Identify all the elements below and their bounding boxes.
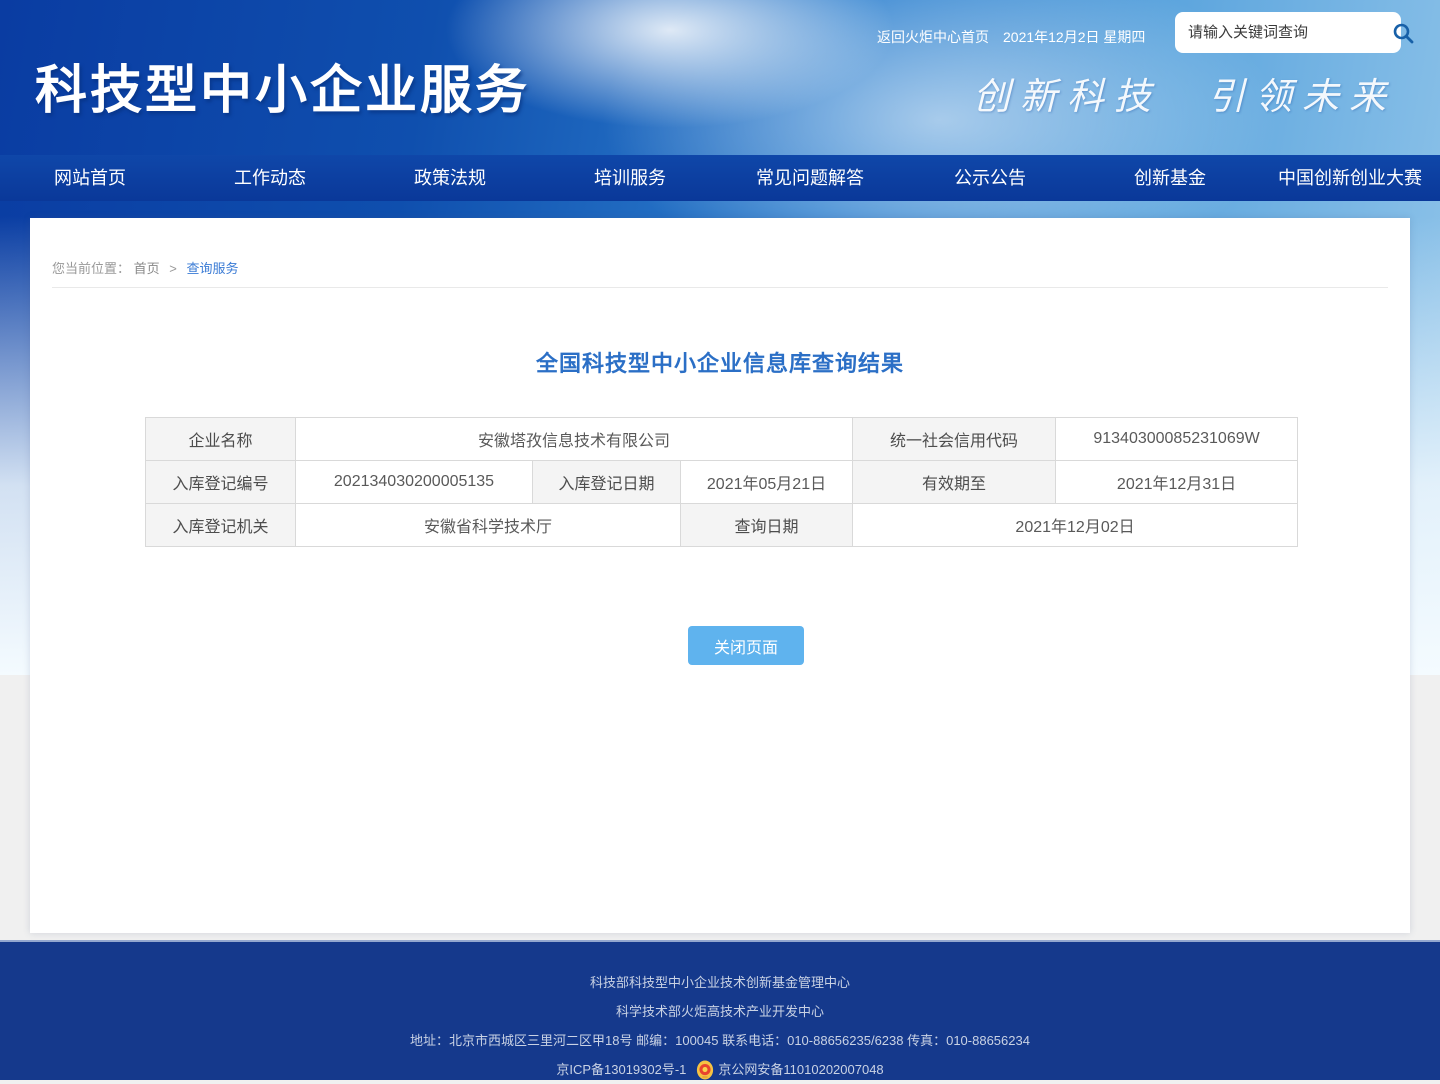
query-date-value: 2021年12月02日	[853, 504, 1298, 547]
breadcrumb-separator: >	[169, 261, 177, 276]
reg-date-label: 入库登记日期	[533, 461, 681, 504]
reg-date-value: 2021年05月21日	[681, 461, 853, 504]
police-badge-icon	[696, 1060, 714, 1080]
page-footer: 科技部科技型中小企业技术创新基金管理中心 科学技术部火炬高技术产业开发中心 地址…	[0, 940, 1440, 1080]
header-date: 2021年12月2日 星期四	[1003, 27, 1145, 47]
footer-contact: 地址：北京市西城区三里河二区甲18号 邮编：100045 联系电话：010-88…	[0, 1026, 1440, 1055]
table-row: 企业名称 安徽塔孜信息技术有限公司 统一社会信用代码 9134030008523…	[146, 418, 1298, 461]
valid-until-label: 有效期至	[853, 461, 1056, 504]
nav-item-policies[interactable]: 政策法规	[360, 155, 540, 201]
nav-item-faq[interactable]: 常见问题解答	[720, 155, 900, 201]
credit-code-label: 统一社会信用代码	[853, 418, 1056, 461]
main-nav: 网站首页 工作动态 政策法规 培训服务 常见问题解答 公示公告 创新基金 中国创…	[0, 155, 1440, 201]
search-input[interactable]	[1175, 24, 1391, 41]
header-slogan: 创新科技 引领未来	[973, 66, 1396, 120]
nav-item-work-news[interactable]: 工作动态	[180, 155, 360, 201]
valid-until-value: 2021年12月31日	[1056, 461, 1298, 504]
footer-org1: 科技部科技型中小企业技术创新基金管理中心	[0, 968, 1440, 997]
site-logo: 科技型中小企业服务	[35, 48, 530, 123]
table-row: 入库登记机关 安徽省科学技术厅 查询日期 2021年12月02日	[146, 504, 1298, 547]
company-name-label: 企业名称	[146, 418, 296, 461]
breadcrumb-current-link[interactable]: 查询服务	[187, 261, 239, 276]
breadcrumb-divider	[52, 287, 1388, 288]
credit-code-value: 91340300085231069W	[1056, 418, 1298, 461]
breadcrumb-prefix: 您当前位置：	[52, 261, 130, 276]
nav-item-innovation-fund[interactable]: 创新基金	[1080, 155, 1260, 201]
search-button[interactable]	[1391, 12, 1415, 53]
page-title: 全国科技型中小企业信息库查询结果	[30, 346, 1410, 378]
reg-number-label: 入库登记编号	[146, 461, 296, 504]
query-result-table: 企业名称 安徽塔孜信息技术有限公司 统一社会信用代码 9134030008523…	[145, 417, 1298, 547]
query-date-label: 查询日期	[681, 504, 853, 547]
table-row: 入库登记编号 202134030200005135 入库登记日期 2021年05…	[146, 461, 1298, 504]
breadcrumb-home-link[interactable]: 首页	[134, 261, 160, 276]
nav-item-training[interactable]: 培训服务	[540, 155, 720, 201]
company-name-value: 安徽塔孜信息技术有限公司	[296, 418, 853, 461]
footer-org2: 科学技术部火炬高技术产业开发中心	[0, 997, 1440, 1026]
reg-number-value: 202134030200005135	[296, 461, 533, 504]
breadcrumb: 您当前位置： 首页 > 查询服务	[52, 258, 239, 277]
search-icon	[1391, 21, 1415, 45]
return-torch-home-link[interactable]: 返回火炬中心首页	[877, 27, 989, 47]
nav-item-home[interactable]: 网站首页	[0, 155, 180, 201]
search-box	[1175, 12, 1401, 53]
nav-item-announcements[interactable]: 公示公告	[900, 155, 1080, 201]
nav-item-innovation-contest[interactable]: 中国创新创业大赛	[1260, 155, 1440, 201]
reg-authority-label: 入库登记机关	[146, 504, 296, 547]
reg-authority-value: 安徽省科学技术厅	[296, 504, 681, 547]
content-panel: 您当前位置： 首页 > 查询服务 全国科技型中小企业信息库查询结果 企业名称 安…	[30, 218, 1410, 933]
close-page-button[interactable]: 关闭页面	[688, 626, 804, 665]
